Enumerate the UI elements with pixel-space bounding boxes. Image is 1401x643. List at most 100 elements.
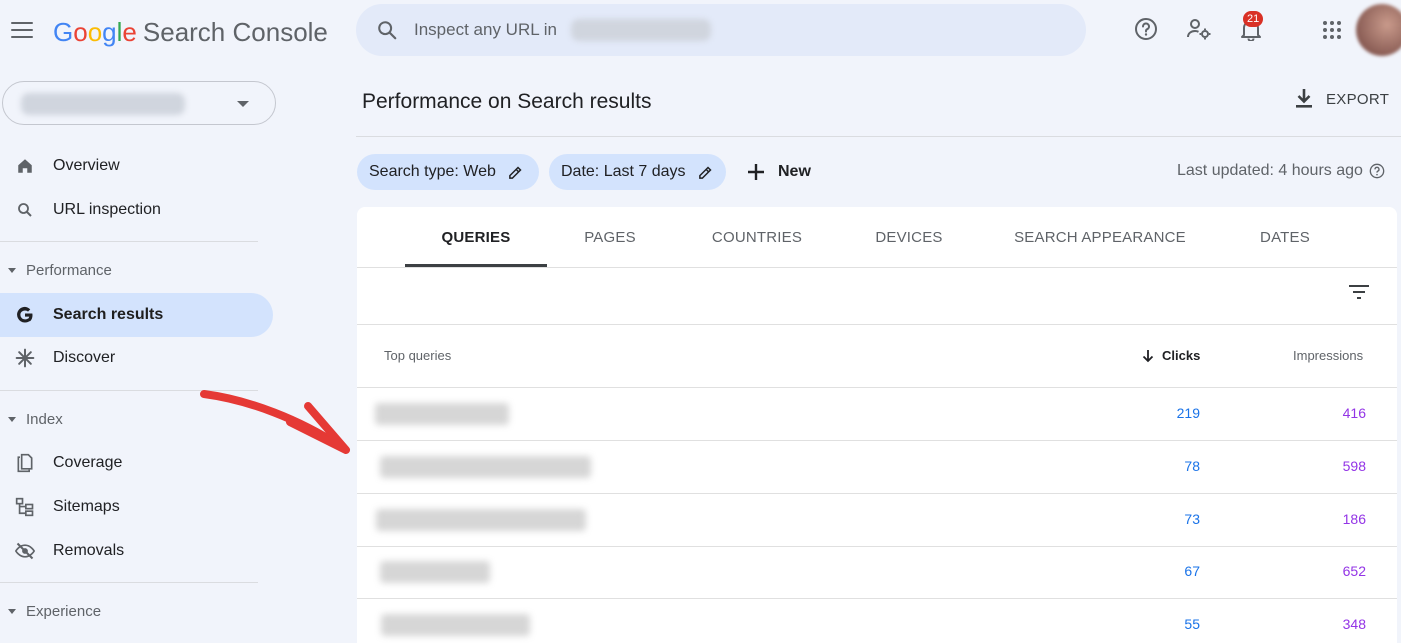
help-icon[interactable]: [1369, 163, 1385, 179]
new-label: New: [778, 163, 811, 180]
asterisk-icon: [15, 348, 35, 368]
sidebar-item-label: Sitemaps: [53, 498, 120, 515]
redacted-query: [380, 561, 490, 583]
help-icon[interactable]: [1134, 17, 1158, 41]
download-icon: [1296, 89, 1312, 108]
caret-down-icon: [8, 609, 16, 614]
sidebar-divider: [0, 241, 258, 242]
sidebar-item-label: Coverage: [53, 454, 123, 471]
export-button[interactable]: EXPORT: [1294, 88, 1389, 110]
visibility-off-icon: [15, 541, 35, 561]
sitemap-icon: [15, 497, 35, 517]
impressions-value: 416: [1342, 405, 1366, 421]
sidebar-item-label: URL inspection: [53, 201, 161, 218]
table-row[interactable]: 78 598: [357, 441, 1397, 493]
sidebar-item-removals[interactable]: Removals: [0, 529, 273, 573]
search-icon: [378, 21, 397, 40]
clicks-value: 219: [1176, 405, 1200, 421]
search-input[interactable]: Inspect any URL in: [414, 20, 557, 40]
table-row[interactable]: 55 348: [357, 599, 1397, 643]
logo-letter: g: [102, 17, 117, 47]
tab-pages[interactable]: PAGES: [565, 207, 655, 267]
column-header-impressions[interactable]: Impressions: [1293, 348, 1363, 363]
redacted-query: [381, 614, 530, 636]
notification-badge: 21: [1243, 11, 1264, 27]
clicks-value: 67: [1184, 563, 1200, 579]
table-row[interactable]: 73 186: [357, 494, 1397, 546]
product-name: Search Console: [142, 17, 328, 47]
chevron-down-icon: [237, 101, 249, 107]
section-label: Experience: [26, 603, 102, 620]
manage-users-icon[interactable]: [1186, 17, 1212, 41]
sidebar-section-performance[interactable]: Performance: [0, 262, 112, 279]
property-selector[interactable]: [2, 81, 276, 125]
impressions-value: 652: [1342, 563, 1366, 579]
clicks-label: Clicks: [1162, 348, 1201, 363]
tab-devices[interactable]: DEVICES: [857, 207, 961, 267]
clicks-value: 78: [1184, 458, 1200, 474]
edit-icon: [509, 165, 522, 179]
avatar[interactable]: [1356, 4, 1401, 56]
url-inspection-search[interactable]: Inspect any URL in: [356, 4, 1086, 56]
redacted-property: [571, 19, 711, 41]
sidebar-item-label: Discover: [53, 349, 116, 366]
logo-letter: e: [122, 17, 137, 47]
copy-icon: [15, 453, 35, 473]
sidebar-item-search-results[interactable]: Search results: [0, 293, 273, 337]
table-row[interactable]: 219 416: [357, 388, 1397, 440]
logo-letter: o: [87, 17, 103, 47]
arrow-down-icon: [1142, 349, 1154, 362]
caret-down-icon: [8, 417, 16, 422]
last-updated: Last updated: 4 hours ago: [1177, 162, 1385, 180]
redacted-query: [376, 509, 586, 531]
product-logo[interactable]: Google Search Console: [53, 16, 328, 48]
redacted-query: [380, 456, 591, 478]
section-label: Index: [26, 411, 63, 428]
apps-icon[interactable]: [1323, 21, 1341, 39]
results-card: QUERIES PAGES COUNTRIES DEVICES SEARCH A…: [357, 207, 1397, 643]
plus-icon: [748, 164, 764, 180]
tab-search-appearance[interactable]: SEARCH APPEARANCE: [1007, 207, 1193, 267]
sidebar-item-overview[interactable]: Overview: [0, 144, 273, 188]
section-label: Performance: [26, 262, 112, 279]
add-filter-button[interactable]: New: [746, 154, 811, 190]
export-label: EXPORT: [1326, 90, 1390, 108]
edit-icon: [698, 165, 712, 179]
impressions-value: 348: [1342, 616, 1366, 632]
column-header-clicks[interactable]: Clicks: [1142, 348, 1200, 363]
sidebar-item-label: Overview: [53, 157, 120, 174]
table-row[interactable]: 67 652: [357, 546, 1397, 598]
sidebar-item-url-inspection[interactable]: URL inspection: [0, 188, 273, 232]
filter-icon[interactable]: [1349, 284, 1369, 300]
chip-label: Date: Last 7 days: [561, 163, 686, 180]
sidebar-section-index[interactable]: Index: [0, 411, 63, 428]
date-filter-chip[interactable]: Date: Last 7 days: [549, 154, 726, 190]
logo-letter: o: [73, 17, 88, 47]
search-type-filter-chip[interactable]: Search type: Web: [357, 154, 539, 190]
tabs-divider: [357, 267, 1397, 268]
chip-label: Search type: Web: [369, 163, 496, 180]
home-icon: [15, 156, 35, 176]
main-divider: [356, 136, 1401, 137]
annotation-arrow-icon: [200, 390, 350, 454]
sidebar-section-experience[interactable]: Experience: [0, 603, 101, 620]
google-g-icon: [15, 305, 35, 325]
last-updated-text: Last updated: 4 hours ago: [1177, 162, 1363, 179]
sidebar-item-label: Removals: [53, 542, 125, 559]
sidebar-item-label: Search results: [53, 306, 164, 323]
impressions-value: 598: [1342, 458, 1366, 474]
redacted-property-name: [21, 93, 185, 115]
caret-down-icon: [8, 268, 16, 273]
menu-icon[interactable]: [11, 22, 33, 38]
sidebar-divider: [0, 582, 258, 583]
page-title: Performance on Search results: [362, 90, 652, 113]
search-icon: [15, 200, 35, 220]
sidebar-item-discover[interactable]: Discover: [0, 336, 273, 380]
tab-dates[interactable]: DATES: [1237, 207, 1333, 267]
column-header-query: Top queries: [384, 348, 452, 363]
impressions-value: 186: [1342, 511, 1366, 527]
tab-countries[interactable]: COUNTRIES: [697, 207, 817, 267]
sidebar-item-sitemaps[interactable]: Sitemaps: [0, 485, 273, 529]
tab-queries[interactable]: QUERIES: [405, 207, 547, 267]
toolbar-divider: [357, 324, 1397, 325]
